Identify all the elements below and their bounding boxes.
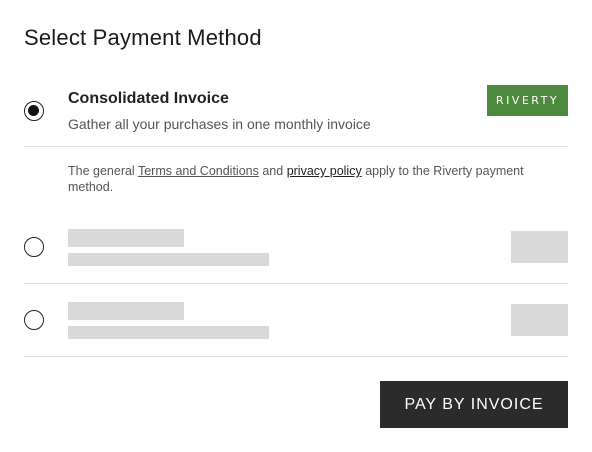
radio-option-3[interactable] (24, 310, 44, 330)
divider (24, 283, 568, 284)
divider (24, 146, 568, 147)
radio-option-2[interactable] (24, 237, 44, 257)
skeleton-description (68, 253, 269, 266)
skeleton-logo (511, 231, 568, 263)
legal-notice: The general Terms and Conditions and pri… (68, 163, 538, 195)
payment-option-placeholder[interactable] (24, 302, 568, 342)
skeleton-title (68, 229, 184, 247)
option-title: Consolidated Invoice (68, 90, 229, 107)
privacy-policy-link[interactable]: privacy policy (287, 164, 362, 178)
skeleton-logo (511, 304, 568, 336)
page-title: Select Payment Method (24, 25, 262, 50)
riverty-logo-text: RIVERTY (495, 94, 560, 107)
skeleton-description (68, 326, 269, 339)
legal-prefix: The general (68, 164, 138, 178)
option-description: Gather all your purchases in one monthly… (68, 116, 371, 132)
divider (24, 356, 568, 357)
riverty-logo: RIVERTY (487, 85, 568, 116)
pay-by-invoice-button[interactable]: PAY BY INVOICE (380, 381, 568, 428)
terms-and-conditions-link[interactable]: Terms and Conditions (138, 164, 259, 178)
skeleton-title (68, 302, 184, 320)
payment-option-placeholder[interactable] (24, 229, 568, 269)
radio-consolidated-invoice[interactable] (24, 101, 44, 121)
legal-middle: and (258, 164, 287, 178)
payment-option-consolidated-invoice[interactable]: Consolidated Invoice Gather all your pur… (24, 85, 568, 133)
